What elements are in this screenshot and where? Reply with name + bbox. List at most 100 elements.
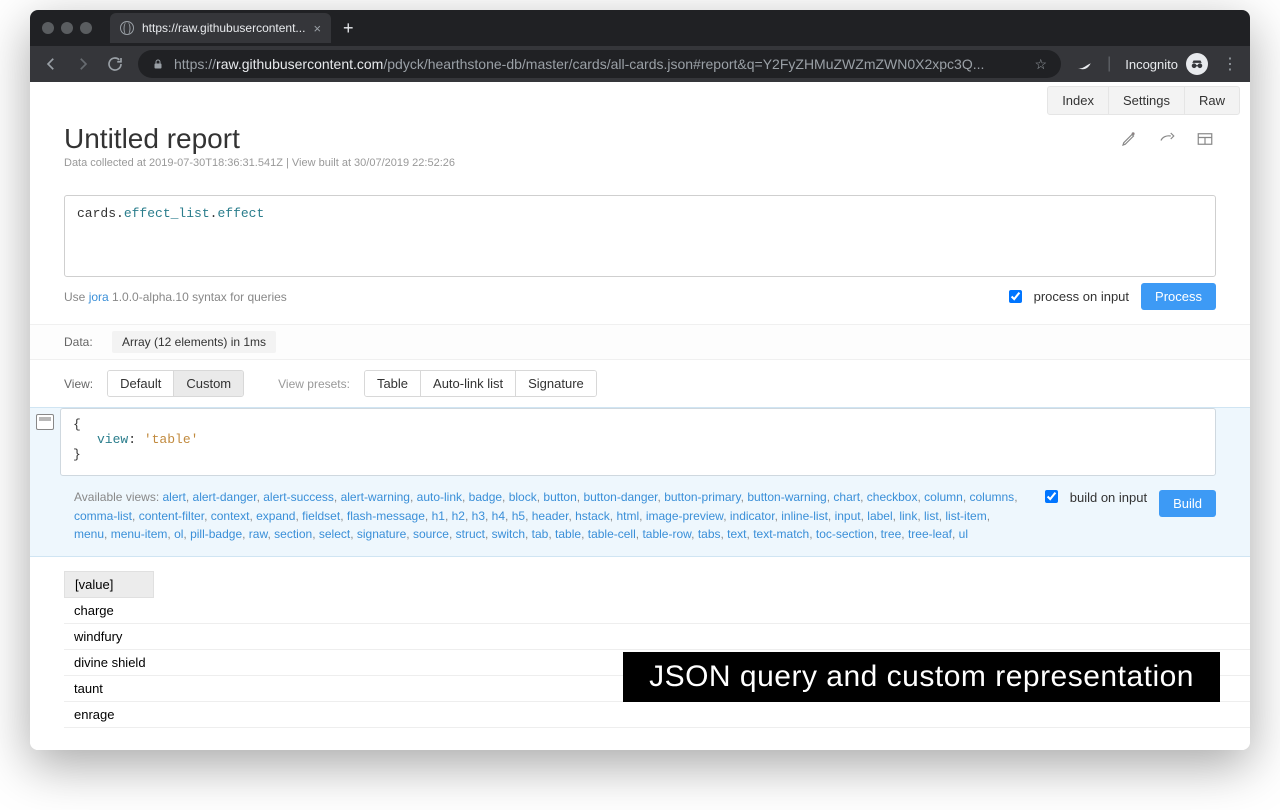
- available-view-link[interactable]: list: [924, 509, 939, 523]
- available-view-link[interactable]: button-warning: [747, 490, 826, 504]
- available-view-link[interactable]: button: [543, 490, 576, 504]
- process-button[interactable]: Process: [1141, 283, 1216, 310]
- build-button[interactable]: Build: [1159, 490, 1216, 517]
- available-view-link[interactable]: toc-section: [816, 527, 874, 541]
- browser-menu-icon[interactable]: ⋮: [1222, 54, 1238, 74]
- available-view-link[interactable]: image-preview: [646, 509, 723, 523]
- available-view-link[interactable]: tabs: [698, 527, 721, 541]
- build-on-input-checkbox[interactable]: [1045, 490, 1058, 503]
- available-view-link[interactable]: signature: [357, 527, 406, 541]
- views-footer: Available views: alert, alert-danger, al…: [30, 484, 1250, 556]
- available-view-link[interactable]: h1: [432, 509, 445, 523]
- tab-raw[interactable]: Raw: [1184, 86, 1240, 115]
- available-view-link[interactable]: alert: [163, 490, 186, 504]
- caption-banner: JSON query and custom representation: [623, 652, 1220, 702]
- available-view-link[interactable]: columns: [970, 490, 1015, 504]
- available-view-link[interactable]: h5: [512, 509, 525, 523]
- available-view-link[interactable]: expand: [256, 509, 295, 523]
- available-view-link[interactable]: link: [899, 509, 917, 523]
- available-view-link[interactable]: h2: [452, 509, 465, 523]
- titlebar: https://raw.githubusercontent... × +: [30, 10, 1250, 46]
- available-view-link[interactable]: pill-badge: [190, 527, 242, 541]
- available-view-link[interactable]: comma-list: [74, 509, 132, 523]
- available-view-link[interactable]: section: [274, 527, 312, 541]
- close-tab-icon[interactable]: ×: [313, 21, 321, 36]
- preset-auto-link-list[interactable]: Auto-link list: [420, 371, 515, 396]
- data-label: Data:: [64, 335, 102, 349]
- available-view-link[interactable]: h4: [492, 509, 505, 523]
- available-view-link[interactable]: struct: [456, 527, 485, 541]
- available-view-link[interactable]: switch: [492, 527, 525, 541]
- available-view-link[interactable]: content-filter: [139, 509, 204, 523]
- tab-index[interactable]: Index: [1047, 86, 1109, 115]
- available-view-link[interactable]: fieldset: [302, 509, 340, 523]
- available-view-link[interactable]: flash-message: [347, 509, 425, 523]
- preset-signature[interactable]: Signature: [515, 371, 596, 396]
- jora-link[interactable]: jora: [89, 290, 109, 304]
- reload-icon[interactable]: [106, 55, 124, 73]
- available-view-link[interactable]: ul: [959, 527, 968, 541]
- available-view-link[interactable]: label: [867, 509, 892, 523]
- view-default[interactable]: Default: [108, 371, 173, 396]
- query-footer: Use jora 1.0.0-alpha.10 syntax for queri…: [64, 283, 1216, 310]
- available-view-link[interactable]: table-row: [642, 527, 691, 541]
- view-code-editor[interactable]: { view: 'table' }: [60, 408, 1216, 476]
- close-window-dot[interactable]: [42, 22, 54, 34]
- layout-icon[interactable]: [1194, 129, 1216, 149]
- table-row: enrage: [64, 702, 1250, 728]
- available-view-link[interactable]: tree-leaf: [908, 527, 952, 541]
- available-view-link[interactable]: table-cell: [588, 527, 636, 541]
- url-bar[interactable]: https://raw.githubusercontent.com/pdyck/…: [138, 50, 1061, 78]
- available-view-link[interactable]: alert-success: [263, 490, 334, 504]
- available-view-link[interactable]: hstack: [575, 509, 610, 523]
- pencil-icon[interactable]: [1118, 129, 1140, 149]
- available-view-link[interactable]: badge: [469, 490, 502, 504]
- available-view-link[interactable]: indicator: [730, 509, 775, 523]
- available-view-link[interactable]: menu-item: [111, 527, 168, 541]
- browser-tab[interactable]: https://raw.githubusercontent... ×: [110, 13, 331, 43]
- swoosh-icon[interactable]: [1075, 55, 1093, 73]
- available-view-link[interactable]: table: [555, 527, 581, 541]
- available-view-link[interactable]: tree: [881, 527, 902, 541]
- preset-table[interactable]: Table: [365, 371, 420, 396]
- bookmark-star-icon[interactable]: ☆: [1035, 56, 1048, 73]
- available-view-link[interactable]: column: [924, 490, 963, 504]
- tab-settings[interactable]: Settings: [1108, 86, 1185, 115]
- available-view-link[interactable]: menu: [74, 527, 104, 541]
- available-view-link[interactable]: checkbox: [867, 490, 918, 504]
- view-custom[interactable]: Custom: [173, 371, 243, 396]
- back-icon[interactable]: [42, 55, 60, 73]
- available-view-link[interactable]: inline-list: [781, 509, 828, 523]
- available-view-link[interactable]: list-item: [945, 509, 986, 523]
- new-tab-button[interactable]: +: [343, 18, 354, 39]
- minimize-window-dot[interactable]: [61, 22, 73, 34]
- process-on-input-checkbox[interactable]: [1009, 290, 1022, 303]
- query-editor[interactable]: cards.effect_list.effect: [64, 195, 1216, 277]
- available-view-link[interactable]: select: [319, 527, 350, 541]
- window-controls: [42, 22, 92, 34]
- available-view-link[interactable]: text-match: [753, 527, 809, 541]
- globe-icon: [120, 21, 134, 35]
- available-view-link[interactable]: text: [727, 527, 746, 541]
- available-view-link[interactable]: alert-danger: [193, 490, 257, 504]
- layout-toggle[interactable]: [30, 408, 60, 484]
- available-view-link[interactable]: source: [413, 527, 449, 541]
- available-view-link[interactable]: raw: [249, 527, 268, 541]
- available-view-link[interactable]: ol: [174, 527, 183, 541]
- available-view-link[interactable]: auto-link: [417, 490, 462, 504]
- available-view-link[interactable]: block: [509, 490, 537, 504]
- share-icon[interactable]: [1156, 129, 1178, 149]
- available-view-link[interactable]: tab: [532, 527, 549, 541]
- available-view-link[interactable]: button-danger: [583, 490, 657, 504]
- available-view-link[interactable]: button-primary: [664, 490, 740, 504]
- available-view-link[interactable]: alert-warning: [341, 490, 410, 504]
- zoom-window-dot[interactable]: [80, 22, 92, 34]
- available-view-link[interactable]: header: [532, 509, 569, 523]
- available-view-link[interactable]: html: [616, 509, 639, 523]
- available-view-link[interactable]: context: [211, 509, 250, 523]
- forward-icon[interactable]: [74, 55, 92, 73]
- hint-suffix: 1.0.0-alpha.10 syntax for queries: [109, 290, 287, 304]
- available-view-link[interactable]: h3: [472, 509, 485, 523]
- available-view-link[interactable]: input: [835, 509, 861, 523]
- available-view-link[interactable]: chart: [833, 490, 860, 504]
